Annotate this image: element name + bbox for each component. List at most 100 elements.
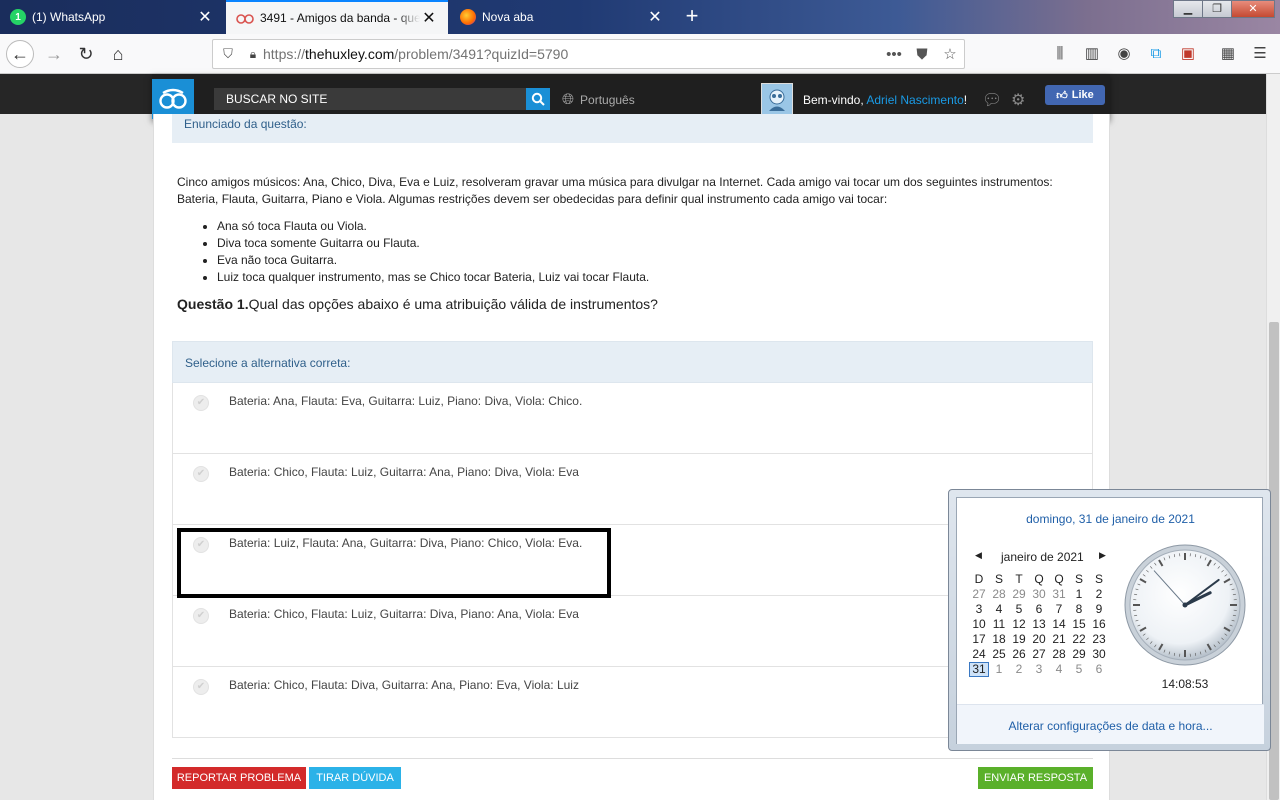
prev-month-icon[interactable]: ◀ — [975, 550, 982, 561]
question-label: Questão 1. — [177, 296, 249, 312]
account-icon[interactable]: ◉ — [1114, 44, 1134, 64]
fb-like-label: Like — [1071, 89, 1094, 101]
calendar-day[interactable]: 16 — [1089, 617, 1109, 632]
new-tab-button[interactable]: + — [680, 4, 704, 28]
close-tab-icon[interactable]: ✕ — [420, 8, 438, 28]
calendar-day[interactable]: 1 — [1069, 587, 1089, 602]
calendar-day[interactable]: 2 — [1089, 587, 1109, 602]
calendar-day[interactable]: 19 — [1009, 632, 1029, 647]
language-selector[interactable]: 🌐︎ Português — [562, 91, 635, 108]
month-label[interactable]: janeiro de 2021 — [1001, 550, 1084, 564]
calendar-day[interactable]: 6 — [1029, 602, 1049, 617]
extension-translate-icon[interactable]: ⧉ — [1146, 44, 1166, 64]
calendar-day[interactable]: 14 — [1049, 617, 1069, 632]
extension-icon[interactable]: ▣ — [1178, 44, 1198, 64]
calendar-day[interactable]: 3 — [1029, 662, 1049, 677]
radio-check-icon[interactable]: ✔ — [193, 466, 209, 482]
forward-arrow-icon[interactable]: → — [40, 40, 68, 68]
avatar[interactable] — [761, 83, 793, 115]
weekday-label: T — [1015, 572, 1023, 586]
tab-nova-aba[interactable]: Nova aba ✕ — [450, 0, 674, 34]
calendar-day[interactable]: 6 — [1089, 662, 1109, 677]
site-search-input[interactable]: BUSCAR NO SITE — [214, 88, 526, 110]
calendar-day[interactable]: 15 — [1069, 617, 1089, 632]
sidebar-icon[interactable]: ▥ — [1082, 44, 1102, 64]
calendar-day[interactable]: 25 — [989, 647, 1009, 662]
calendar-day[interactable]: 28 — [1049, 647, 1069, 662]
calendar-day[interactable]: 21 — [1049, 632, 1069, 647]
calendar-day[interactable]: 5 — [1069, 662, 1089, 677]
calendar-day[interactable]: 8 — [1069, 602, 1089, 617]
calendar-day[interactable]: 9 — [1089, 602, 1109, 617]
calendar-day[interactable]: 4 — [1049, 662, 1069, 677]
bookmark-star-icon[interactable]: ☆ — [936, 45, 964, 63]
calendar-day[interactable]: 30 — [1089, 647, 1109, 662]
alternative-option[interactable]: ✔ Bateria: Ana, Flauta: Eva, Guitarra: L… — [172, 383, 1093, 454]
calendar-day[interactable]: 29 — [1009, 587, 1029, 602]
calendar-day[interactable]: 26 — [1009, 647, 1029, 662]
tab-label: (1) WhatsApp — [32, 10, 106, 24]
search-icon[interactable] — [526, 88, 550, 110]
pocket-icon[interactable]: ⛊ — [908, 46, 936, 63]
welcome-message: Bem-vindo, Adriel Nascimento! — [803, 93, 967, 107]
menu-hamburger-icon[interactable]: ☰ — [1250, 44, 1270, 64]
library-icon[interactable]: ⫼ — [1050, 44, 1070, 64]
calendar-day[interactable]: 12 — [1009, 617, 1029, 632]
calendar-day[interactable]: 2 — [1009, 662, 1029, 677]
facebook-like-button[interactable]: 👍︎ Like — [1045, 85, 1105, 105]
maximize-window-button[interactable]: ❐ — [1202, 0, 1232, 18]
calendar-day[interactable]: 11 — [989, 617, 1009, 632]
minimize-window-button[interactable]: ▁ — [1173, 0, 1203, 18]
calendar-day[interactable]: 20 — [1029, 632, 1049, 647]
language-label: Português — [580, 92, 635, 107]
calendar-day[interactable]: 31 — [1049, 587, 1069, 602]
calendar-day[interactable]: 3 — [969, 602, 989, 617]
calendar-day[interactable]: 10 — [969, 617, 989, 632]
huxley-logo-icon[interactable] — [152, 79, 194, 119]
calendar-day[interactable]: 23 — [1089, 632, 1109, 647]
url-bar[interactable]: ⛉ 🔒︎ https://thehuxley.com/problem/3491?… — [212, 39, 965, 69]
calendar-day[interactable]: 17 — [969, 632, 989, 647]
calendar-day[interactable]: 29 — [1069, 647, 1089, 662]
reload-icon[interactable]: ↻ — [72, 40, 100, 68]
calendar-day[interactable]: 27 — [1029, 647, 1049, 662]
tracking-shield-icon[interactable]: ⛉ — [213, 46, 243, 62]
close-tab-icon[interactable]: ✕ — [196, 7, 214, 27]
lock-icon[interactable]: 🔒︎ — [243, 47, 263, 62]
change-datetime-settings-link[interactable]: Alterar configurações de data e hora... — [957, 704, 1264, 744]
page-actions-icon[interactable]: ••• — [880, 46, 908, 63]
radio-check-icon[interactable]: ✔ — [193, 608, 209, 624]
ask-question-button[interactable]: TIRAR DÚVIDA — [309, 767, 401, 789]
calendar-day[interactable]: 30 — [1029, 587, 1049, 602]
calendar-day[interactable]: 13 — [1029, 617, 1049, 632]
user-name-link[interactable]: Adriel Nascimento — [866, 93, 963, 107]
long-date-link[interactable]: domingo, 31 de janeiro de 2021 — [957, 512, 1264, 526]
extensions-grid-icon[interactable]: ▦ — [1218, 44, 1238, 64]
question-title: Questão 1.Qual das opções abaixo é uma a… — [177, 296, 658, 312]
home-icon[interactable]: ⌂ — [104, 40, 132, 68]
report-problem-button[interactable]: REPORTAR PROBLEMA — [172, 767, 306, 789]
url-text[interactable]: https://thehuxley.com/problem/3491?quizI… — [263, 46, 880, 62]
calendar-day[interactable]: 5 — [1009, 602, 1029, 617]
close-window-button[interactable]: ✕ — [1231, 0, 1275, 18]
weekday-label: S — [994, 572, 1003, 586]
tab-whatsapp[interactable]: 1 (1) WhatsApp ✕ — [0, 0, 224, 34]
calendar-day-today[interactable]: 31 — [969, 662, 989, 677]
calendar-day[interactable]: 28 — [989, 587, 1009, 602]
chat-bubbles-icon[interactable]: 💬︎ — [982, 90, 1002, 110]
calendar-day[interactable]: 4 — [989, 602, 1009, 617]
radio-check-icon[interactable]: ✔ — [193, 679, 209, 695]
calendar-day[interactable]: 27 — [969, 587, 989, 602]
next-month-icon[interactable]: ▶ — [1099, 550, 1106, 561]
gear-icon[interactable]: ⚙ — [1011, 90, 1025, 110]
calendar-day[interactable]: 22 — [1069, 632, 1089, 647]
tab-amigos-da-banda[interactable]: 3491 - Amigos da banda - questão ✕ — [226, 0, 448, 34]
close-tab-icon[interactable]: ✕ — [646, 7, 664, 27]
calendar-day[interactable]: 7 — [1049, 602, 1069, 617]
calendar-day[interactable]: 24 — [969, 647, 989, 662]
back-arrow-icon[interactable]: ← — [6, 40, 34, 68]
calendar-day[interactable]: 18 — [989, 632, 1009, 647]
calendar-day[interactable]: 1 — [989, 662, 1009, 677]
radio-check-icon[interactable]: ✔ — [193, 395, 209, 411]
submit-answer-button[interactable]: ENVIAR RESPOSTA — [978, 767, 1093, 789]
